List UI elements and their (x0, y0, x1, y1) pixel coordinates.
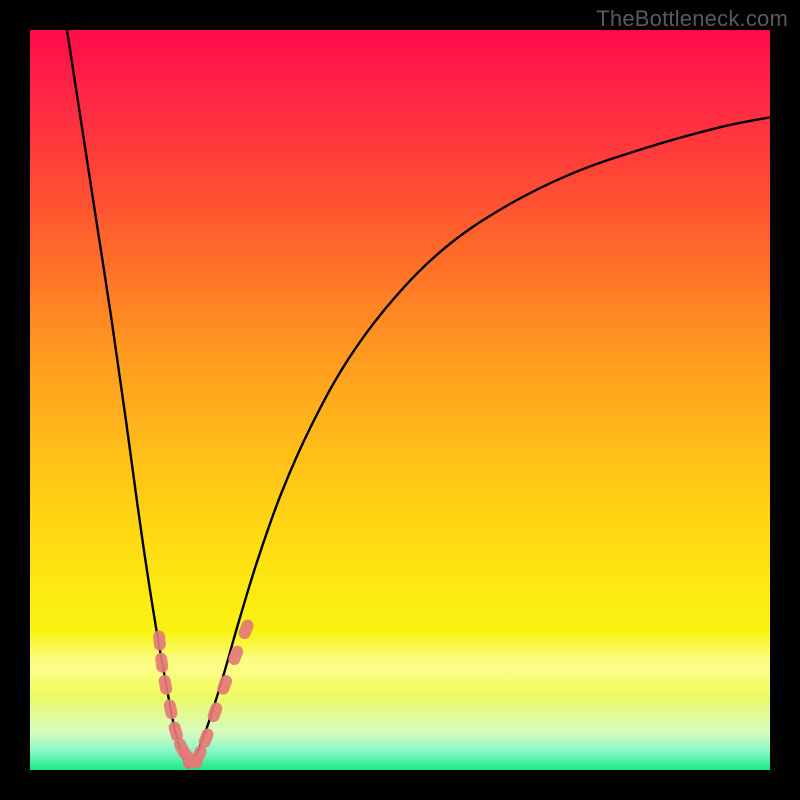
watermark-text: TheBottleneck.com (596, 6, 788, 32)
gradient-main (30, 30, 770, 770)
plot-area (30, 30, 770, 770)
gradient-background (30, 30, 770, 770)
chart-frame: TheBottleneck.com (0, 0, 800, 800)
